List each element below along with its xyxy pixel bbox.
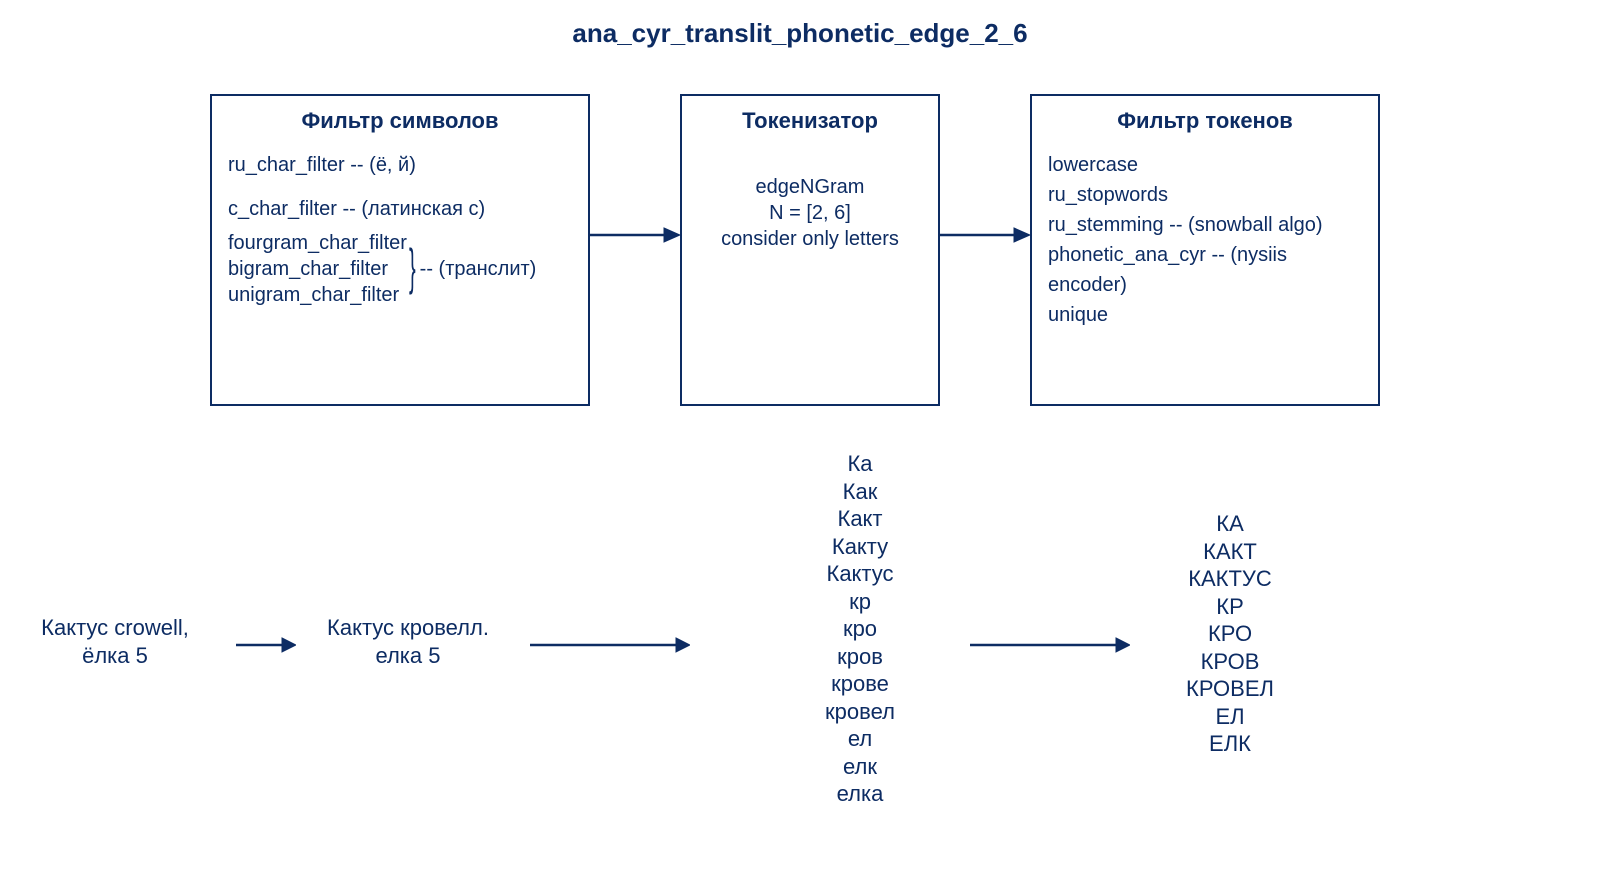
token: Как (760, 478, 960, 506)
arrow-icon (590, 220, 680, 250)
char-filter-line: ru_char_filter -- (ё, й) (228, 150, 572, 180)
tokenizer-line: consider only letters (698, 226, 922, 252)
arrow-icon (970, 633, 1130, 657)
token: КА (1130, 510, 1330, 538)
arrow-icon (530, 633, 690, 657)
token: ел (760, 725, 960, 753)
example-input: Кактус crowell, ёлка 5 (10, 614, 220, 669)
token: КАКТУС (1130, 565, 1330, 593)
token: кр (760, 588, 960, 616)
box-tokenizer-title: Токенизатор (698, 108, 922, 134)
char-filter-line: c_char_filter -- (латинская c) (228, 194, 572, 224)
token: крове (760, 670, 960, 698)
token: кровел (760, 698, 960, 726)
box-tokenizer: Токенизатор edgeNGram N = [2, 6] conside… (680, 94, 940, 406)
token-filter-line: phonetic_ana_cyr -- (nysiis encoder) (1048, 240, 1362, 300)
token: КРО (1130, 620, 1330, 648)
box-token-filter: Фильтр токенов lowercase ru_stopwords ru… (1030, 94, 1380, 406)
token: Какту (760, 533, 960, 561)
char-filter-group-item: unigram_char_filter (228, 282, 407, 308)
token: кров (760, 643, 960, 671)
diagram-title: ana_cyr_translit_phonetic_edge_2_6 (0, 18, 1600, 49)
token-filter-line: lowercase (1048, 150, 1362, 180)
token: Кактус (760, 560, 960, 588)
box-char-filter: Фильтр символов ru_char_filter -- (ё, й)… (210, 94, 590, 406)
token: КАКТ (1130, 538, 1330, 566)
example-after-tokenizer: Ка Как Какт Какту Кактус кр кро кров кро… (760, 450, 960, 808)
token: Какт (760, 505, 960, 533)
char-filter-group-item: fourgram_char_filter (228, 230, 407, 256)
token: ЕЛ (1130, 703, 1330, 731)
arrow-icon (940, 220, 1030, 250)
box-token-filter-title: Фильтр токенов (1048, 108, 1362, 134)
token: ЕЛК (1130, 730, 1330, 758)
token: елка (760, 780, 960, 808)
char-filter-group-item: bigram_char_filter (228, 256, 407, 282)
token: елк (760, 753, 960, 781)
brace-icon: } (409, 172, 416, 367)
token-filter-line: ru_stopwords (1048, 180, 1362, 210)
token-filter-line: unique (1048, 300, 1362, 330)
box-char-filter-title: Фильтр символов (228, 108, 572, 134)
token: Ка (760, 450, 960, 478)
token: КРОВЕЛ (1130, 675, 1330, 703)
tokenizer-line: edgeNGram (698, 174, 922, 200)
token-filter-line: ru_stemming -- (snowball algo) (1048, 210, 1362, 240)
arrow-icon (236, 633, 296, 657)
char-filter-group-label: -- (транслит) (420, 254, 537, 284)
example-after-char-filter: Кактус кровелл. елка 5 (298, 614, 518, 669)
tokenizer-line: N = [2, 6] (698, 200, 922, 226)
token: КРОВ (1130, 648, 1330, 676)
example-after-token-filter: КА КАКТ КАКТУС КР КРО КРОВ КРОВЕЛ ЕЛ ЕЛК (1130, 510, 1330, 758)
token: кро (760, 615, 960, 643)
token: КР (1130, 593, 1330, 621)
